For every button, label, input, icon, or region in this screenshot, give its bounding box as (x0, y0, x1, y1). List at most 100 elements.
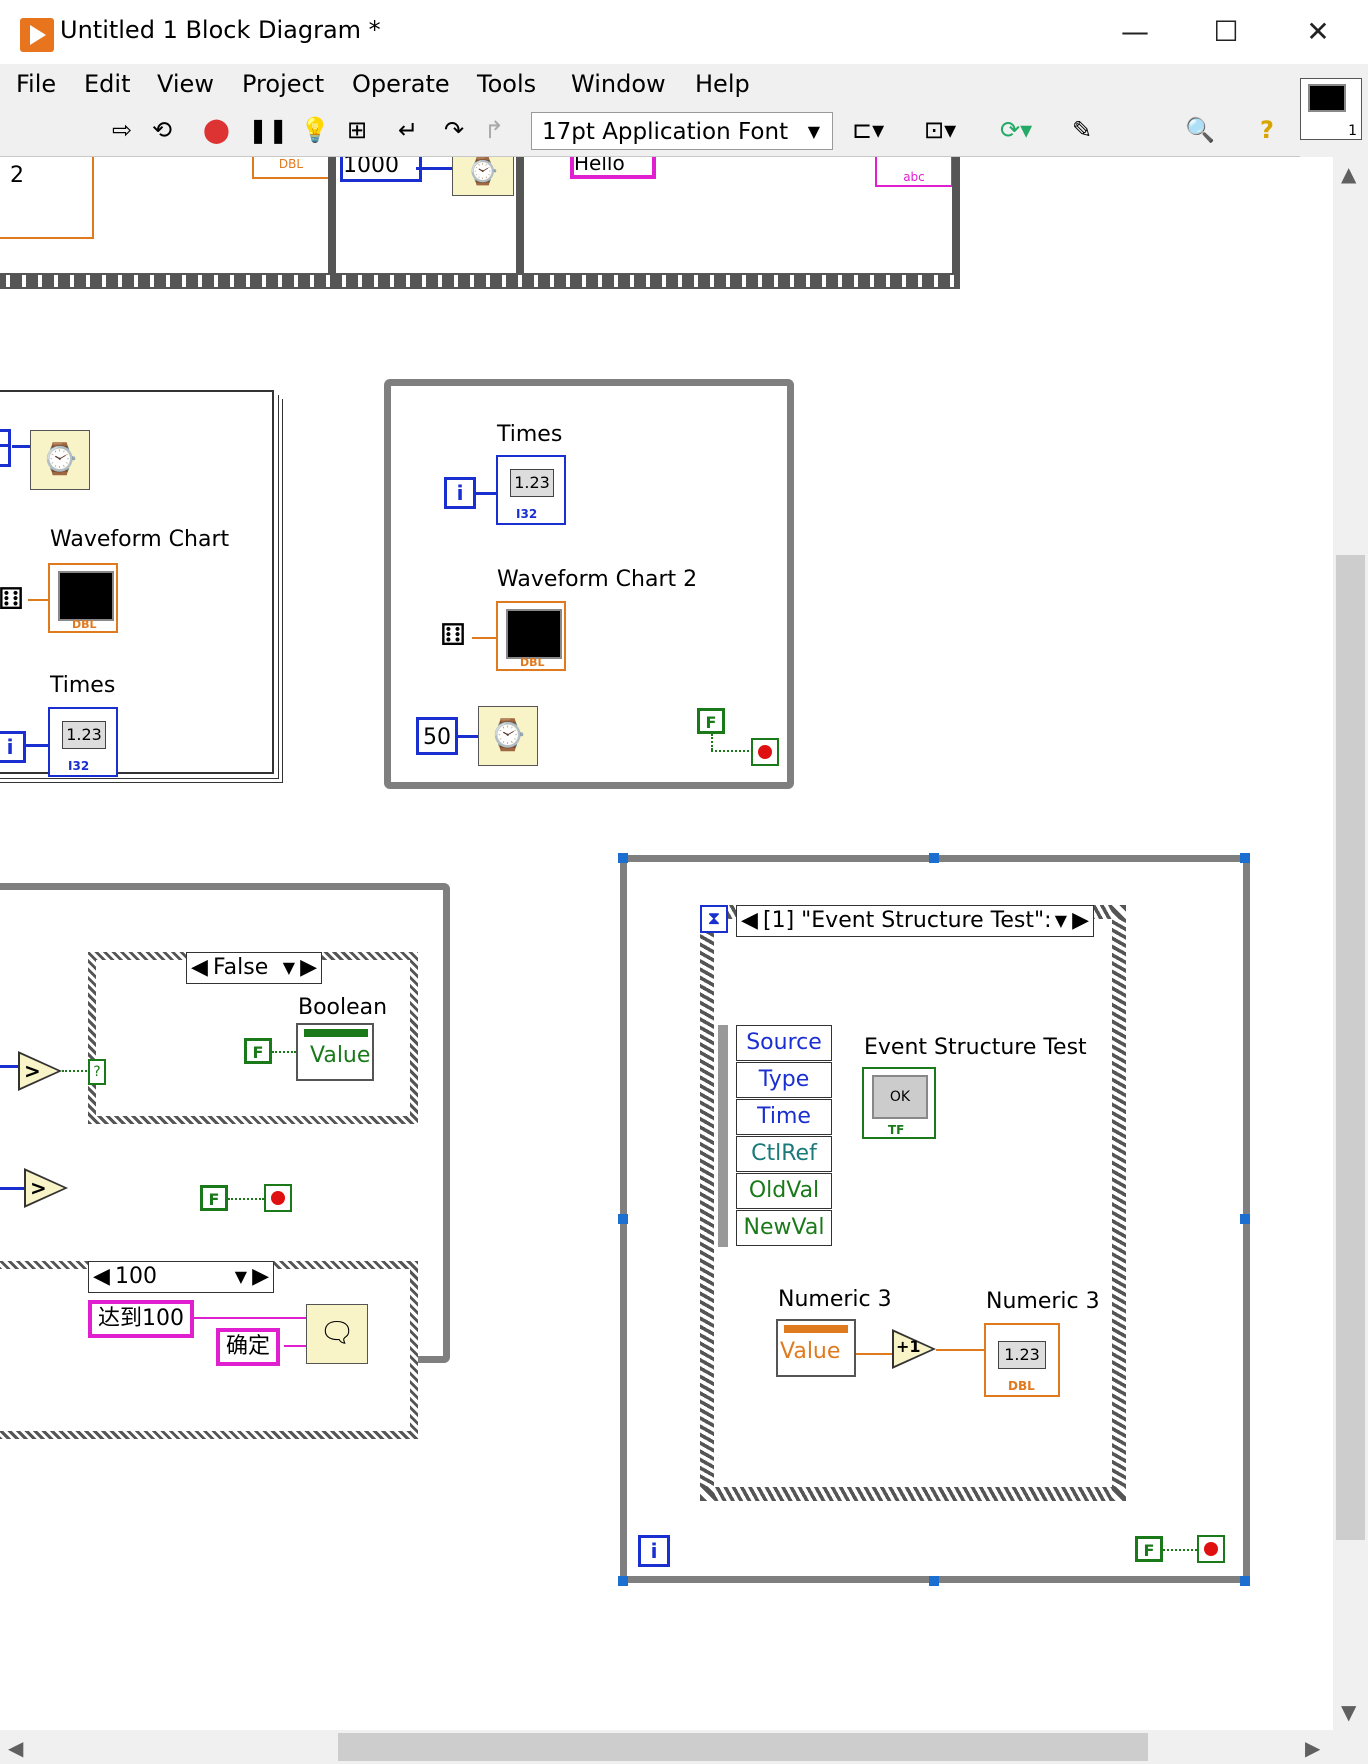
label-event-structure-test: Event Structure Test (864, 1035, 1087, 1060)
ok-button-terminal[interactable]: OK TF (862, 1067, 936, 1139)
maximize-button[interactable]: ☐ (1196, 10, 1256, 54)
step-into-icon[interactable]: ↵ (398, 116, 418, 144)
vi-icon[interactable]: 1 (1300, 78, 1362, 140)
case-selector-terminal[interactable]: ? (88, 1059, 106, 1085)
event-selector[interactable]: ◀ [1] "Event Structure Test": ▼ ▶ (736, 905, 1094, 937)
random-number-dice-icon[interactable]: ⚅ (434, 617, 472, 655)
times-indicator[interactable]: 1.23 I32 (496, 455, 566, 525)
const-50[interactable]: 50 (416, 717, 458, 755)
numeric-property-node[interactable]: Value (776, 1319, 856, 1377)
case-selector-100[interactable]: ◀ 100 ▼ ▶ (88, 1261, 274, 1293)
timeout-hourglass-icon[interactable]: ⧗ (700, 905, 728, 933)
menu-window[interactable]: Window (571, 70, 666, 98)
boolean-property-node[interactable]: Value (296, 1023, 374, 1081)
selection-handle[interactable] (929, 853, 939, 863)
menu-tools[interactable]: Tools (477, 70, 536, 98)
wait-ms-icon[interactable]: ⌚ (452, 157, 514, 196)
selection-handle[interactable] (1240, 853, 1250, 863)
selection-handle[interactable] (618, 853, 628, 863)
chevron-down-icon[interactable]: ▼ (283, 953, 295, 983)
step-out-icon[interactable]: ↱ (484, 116, 504, 144)
highlight-execution-icon[interactable]: 💡 (300, 116, 330, 144)
wire-int (456, 735, 478, 738)
compare-symbol: > (24, 1059, 41, 1083)
one-button-dialog-icon[interactable]: 🗨 (306, 1304, 368, 1364)
run-continuously-icon[interactable]: ⟲ (152, 116, 172, 144)
chevron-down-icon[interactable]: ▼ (1055, 906, 1067, 936)
times-indicator[interactable]: 1.23 I32 (48, 707, 118, 777)
wire-int (12, 445, 30, 448)
event-data-type[interactable]: Type (736, 1062, 832, 1098)
string-const-message[interactable]: 达到100 (88, 1300, 194, 1338)
dbl-terminal-fragment[interactable]: DBL (252, 157, 330, 179)
block-diagram-canvas[interactable]: 2 DBL 1000 ⌚ Hello abc ⌚ Waveform Chart … (0, 157, 1333, 1730)
false-constant[interactable]: F (200, 1185, 228, 1211)
pause-icon[interactable]: ❚❚ (248, 116, 288, 144)
menu-operate[interactable]: Operate (352, 70, 450, 98)
event-data-source[interactable]: Source (736, 1025, 832, 1061)
reorder-icon[interactable]: ⟳▾ (1000, 116, 1032, 144)
scroll-left-arrow-icon[interactable]: ◀ (8, 1736, 23, 1760)
selector-left-arrow-icon[interactable]: ◀ (191, 953, 208, 983)
menu-file[interactable]: File (16, 70, 56, 98)
waveform-chart-2-terminal[interactable]: DBL (496, 601, 566, 671)
clean-up-diagram-icon[interactable]: ✎ (1072, 116, 1092, 144)
chevron-down-icon: ▼ (807, 122, 820, 141)
type-dbl: DBL (72, 618, 97, 631)
help-icon[interactable]: ? (1260, 116, 1274, 144)
chevron-down-icon[interactable]: ▼ (235, 1262, 247, 1292)
menu-edit[interactable]: Edit (84, 70, 130, 98)
close-button[interactable]: ✕ (1288, 10, 1348, 54)
scroll-down-arrow-icon[interactable]: ▼ (1341, 1700, 1356, 1724)
event-data-oldval[interactable]: OldVal (736, 1173, 832, 1209)
false-constant[interactable]: F (244, 1038, 272, 1064)
wait-ms-icon[interactable]: ⌚ (478, 706, 538, 766)
numeric-3-indicator[interactable]: 1.23 DBL (984, 1323, 1060, 1397)
wait-ms-icon[interactable]: ⌚ (30, 430, 90, 490)
case-selector-false[interactable]: ◀ False ▼ ▶ (186, 952, 322, 984)
font-select[interactable]: 17pt Application Font ▼ (531, 112, 833, 150)
string-const-ok[interactable]: 确定 (216, 1328, 281, 1366)
wire-bool (272, 1051, 296, 1053)
selection-handle[interactable] (1240, 1576, 1250, 1586)
sequence-film-strip (0, 273, 960, 289)
stop-terminal[interactable] (751, 738, 779, 766)
menu-help[interactable]: Help (695, 70, 750, 98)
selector-left-arrow-icon[interactable]: ◀ (93, 1262, 110, 1292)
menu-view[interactable]: View (157, 70, 214, 98)
search-icon[interactable]: 🔍 (1185, 116, 1215, 144)
stop-terminal[interactable] (264, 1184, 292, 1212)
string-indicator-fragment[interactable]: abc (875, 157, 953, 187)
selection-handle[interactable] (1240, 1214, 1250, 1224)
selector-right-arrow-icon[interactable]: ▶ (300, 953, 317, 983)
false-constant[interactable]: F (1135, 1536, 1163, 1562)
step-over-icon[interactable]: ↷ (444, 116, 464, 144)
selector-right-arrow-icon[interactable]: ▶ (252, 1262, 269, 1292)
event-data-newval[interactable]: NewVal (736, 1210, 832, 1246)
event-data-time[interactable]: Time (736, 1099, 832, 1135)
selector-right-arrow-icon[interactable]: ▶ (1072, 906, 1089, 936)
vi-icon-chart (1308, 84, 1346, 112)
align-objects-icon[interactable]: ⊏▾ (852, 116, 884, 144)
run-arrow-icon[interactable]: ⇨ (112, 116, 132, 144)
vertical-scrollbar-thumb[interactable] (1336, 555, 1365, 1540)
event-data-ctlref[interactable]: CtlRef (736, 1136, 832, 1172)
distribute-objects-icon[interactable]: ⊡▾ (924, 116, 956, 144)
waveform-chart-terminal[interactable]: DBL (48, 563, 118, 633)
retain-wire-values-icon[interactable]: ⊞ (347, 116, 367, 144)
scroll-up-arrow-icon[interactable]: ▲ (1341, 162, 1356, 186)
selection-handle[interactable] (618, 1576, 628, 1586)
selection-handle[interactable] (618, 1214, 628, 1224)
const-1000[interactable]: 1000 (340, 157, 422, 182)
menu-project[interactable]: Project (242, 70, 324, 98)
scroll-right-arrow-icon[interactable]: ▶ (1305, 1736, 1320, 1760)
selection-handle[interactable] (929, 1576, 939, 1586)
string-const-hello[interactable]: Hello (570, 157, 656, 179)
abort-icon[interactable]: ⬤ (203, 116, 230, 144)
minimize-button[interactable]: — (1105, 10, 1165, 54)
selector-left-arrow-icon[interactable]: ◀ (741, 906, 758, 936)
random-number-dice-icon[interactable]: ⚅ (0, 581, 30, 619)
stop-terminal[interactable] (1197, 1535, 1225, 1563)
horizontal-scrollbar-thumb[interactable] (338, 1733, 1148, 1761)
false-constant[interactable]: F (697, 708, 725, 734)
